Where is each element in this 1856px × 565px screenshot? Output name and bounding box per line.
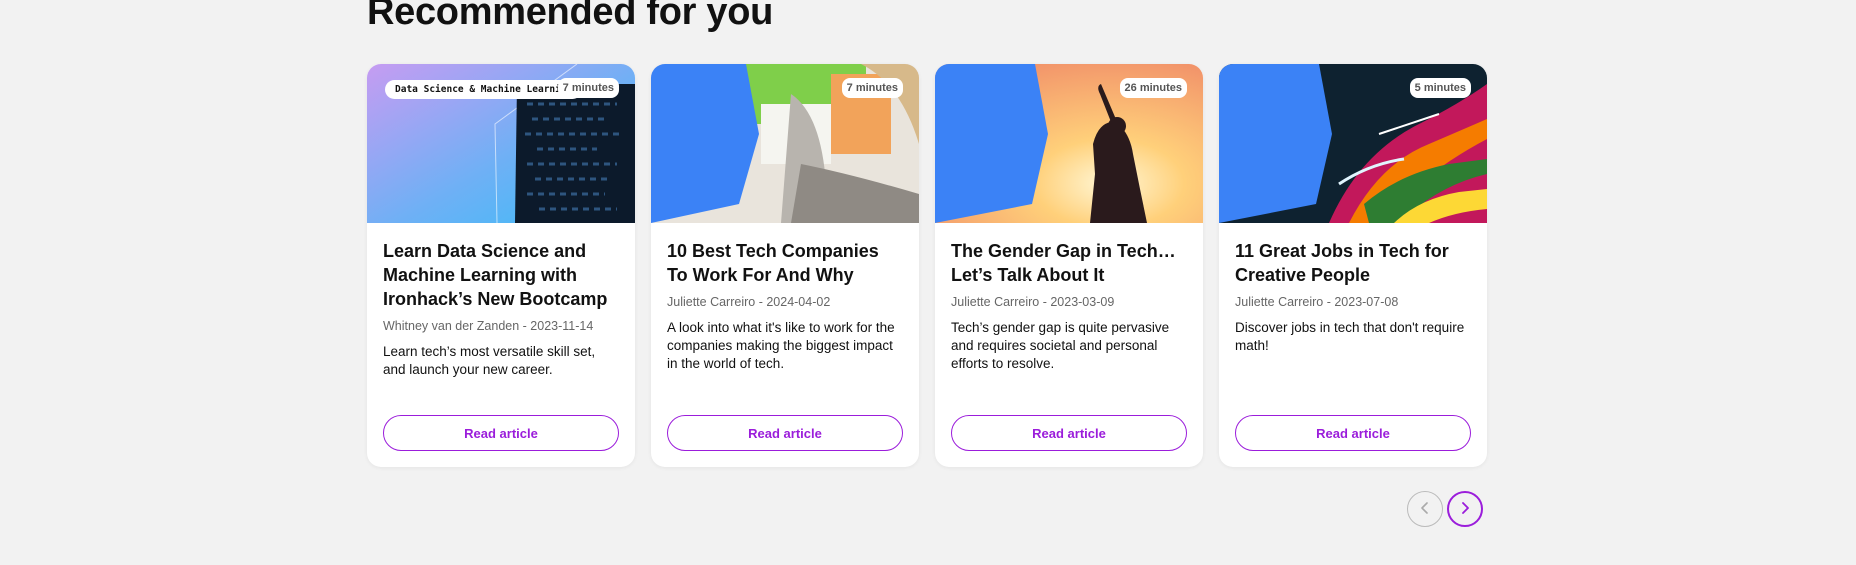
article-thumbnail: 7 minutes — [651, 64, 919, 223]
article-title[interactable]: 10 Best Tech Companies To Work For And W… — [667, 239, 903, 287]
section-title: Recommended for you — [367, 0, 774, 33]
read-time-badge: 5 minutes — [1409, 78, 1471, 98]
chevron-left-icon — [1417, 500, 1433, 519]
article-title[interactable]: The Gender Gap in Tech… Let’s Talk About… — [951, 239, 1187, 287]
article-thumbnail: 5 minutes — [1219, 64, 1487, 223]
article-meta: Juliette Carreiro - 2024-04-02 — [667, 295, 831, 309]
read-time-badge: 26 minutes — [1119, 78, 1187, 98]
next-button[interactable] — [1447, 491, 1483, 527]
article-thumbnail: 26 minutes — [935, 64, 1203, 223]
article-card[interactable]: 7 minutes 10 Best Tech Companies To Work… — [651, 64, 919, 467]
article-card[interactable]: 26 minutes The Gender Gap in Tech… Let’s… — [935, 64, 1203, 467]
previous-button[interactable] — [1407, 491, 1443, 527]
article-meta: Whitney van der Zanden - 2023-11-14 — [383, 319, 594, 333]
article-description: Tech’s gender gap is quite pervasive and… — [951, 320, 1170, 371]
category-chip: Data Science & Machine Learning — [385, 80, 583, 99]
article-meta: Juliette Carreiro - 2023-03-09 — [951, 295, 1115, 309]
read-time-badge: 7 minutes — [557, 78, 619, 98]
read-article-button[interactable]: Read article — [383, 415, 619, 451]
read-article-button[interactable]: Read article — [1235, 415, 1471, 451]
article-description: Discover jobs in tech that don't require… — [1235, 320, 1465, 353]
article-description: A look into what it's like to work for t… — [667, 320, 895, 371]
read-article-button[interactable]: Read article — [951, 415, 1187, 451]
chevron-right-icon — [1457, 500, 1473, 519]
article-title[interactable]: Learn Data Science and Machine Learning … — [383, 239, 619, 311]
article-thumbnail: Data Science & Machine Learning 7 minute… — [367, 64, 635, 223]
article-carousel: Data Science & Machine Learning 7 minute… — [367, 64, 1487, 467]
article-card[interactable]: 5 minutes 11 Great Jobs in Tech for Crea… — [1219, 64, 1487, 467]
article-meta: Juliette Carreiro - 2023-07-08 — [1235, 295, 1399, 309]
read-article-button[interactable]: Read article — [667, 415, 903, 451]
article-description: Learn tech’s most versatile skill set, a… — [383, 344, 596, 377]
article-card[interactable]: Data Science & Machine Learning 7 minute… — [367, 64, 635, 467]
carousel-navigation — [1407, 491, 1483, 527]
article-title[interactable]: 11 Great Jobs in Tech for Creative Peopl… — [1235, 239, 1471, 287]
read-time-badge: 7 minutes — [841, 78, 903, 98]
